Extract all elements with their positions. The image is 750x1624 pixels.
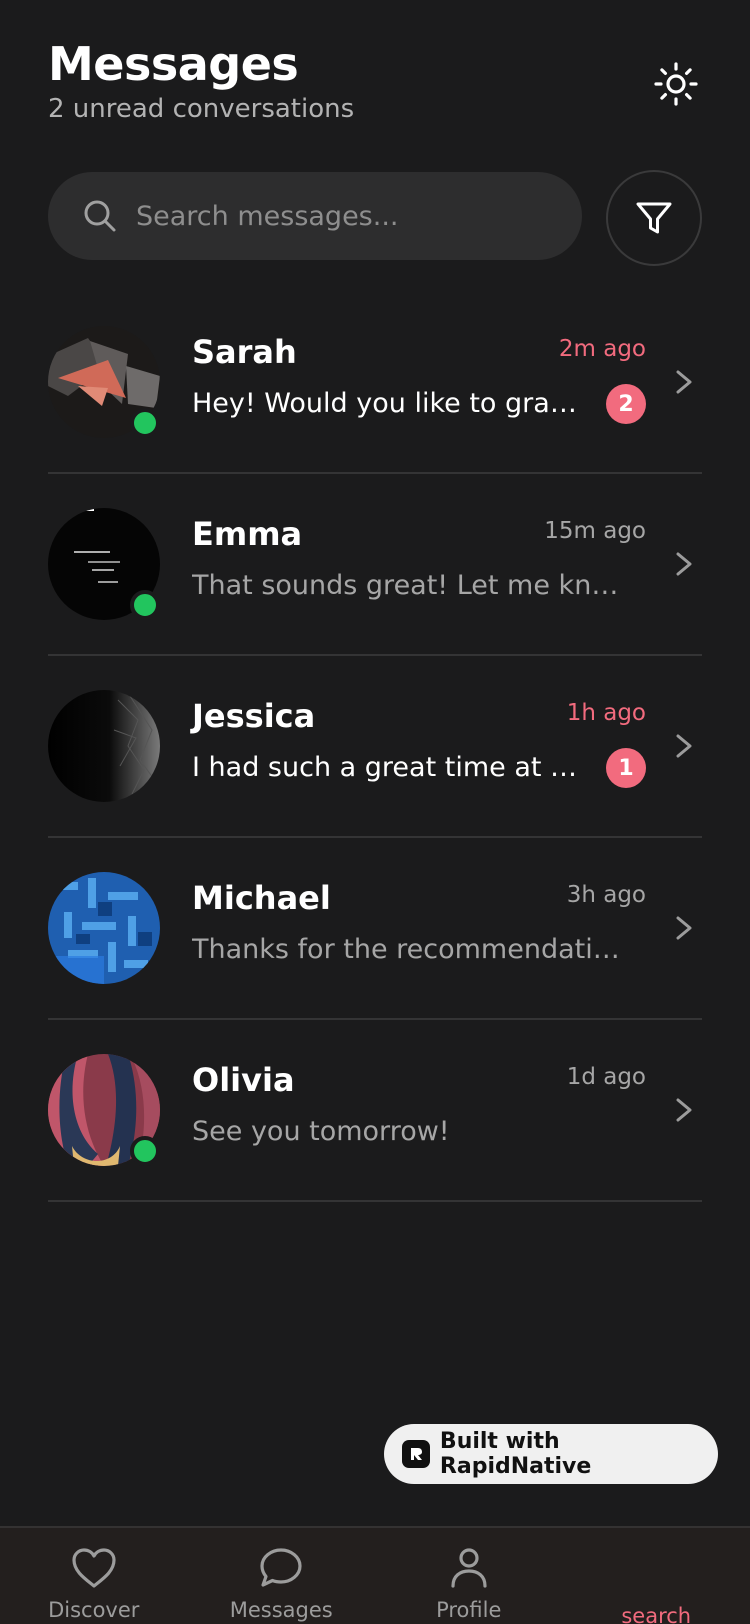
avatar [48,508,160,620]
chevron-right-icon [676,734,692,758]
tab-label: Profile [436,1598,502,1622]
conversation-body: Emma 15m ago That sounds great! Let me k… [192,514,646,624]
built-with-badge[interactable]: Built with RapidNative [384,1424,718,1484]
chat-bubble-icon [260,1548,302,1587]
conversation-row[interactable]: Emma 15m ago That sounds great! Let me k… [48,474,702,656]
page-title: Messages [48,37,299,91]
bottom-tab-bar: Discover Messages Profile search [0,1526,750,1624]
message-time: 2m ago [558,336,646,362]
message-time: 15m ago [544,518,646,544]
avatar [48,872,160,984]
message-preview: Hey! Would you like to grab coffee this … [192,388,582,419]
tab-label: search [621,1604,692,1624]
search-icon [84,200,116,232]
conversation-body: Michael 3h ago Thanks for the recommenda… [192,878,646,988]
user-icon [451,1548,487,1588]
conversation-row[interactable]: Sarah 2m ago Hey! Would you like to grab… [48,292,702,474]
unread-summary: 2 unread conversations [48,94,355,124]
unread-badge: 2 [606,384,646,424]
message-time: 3h ago [566,882,646,908]
tab-discover[interactable]: Discover [0,1528,188,1624]
conversation-row[interactable]: Jessica 1h ago I had such a great time a… [48,656,702,838]
chevron-right-icon [676,916,692,940]
filter-icon [636,202,672,234]
search-row [48,170,702,266]
search-box[interactable] [48,172,582,260]
conversation-body: Jessica 1h ago I had such a great time a… [192,696,646,806]
built-with-label: Built with RapidNative [439,1429,592,1479]
sun-icon [654,62,698,106]
conversation-row[interactable]: Olivia 1d ago See you tomorrow! [48,1020,702,1202]
message-time: 1h ago [566,700,646,726]
tab-label: Messages [229,1598,333,1622]
heart-icon [72,1548,116,1588]
avatar [48,690,160,802]
avatar [48,1054,160,1166]
chevron-right-icon [676,552,692,576]
tab-label: Discover [48,1598,140,1622]
rapidnative-logo-icon [402,1440,430,1468]
conversation-body: Olivia 1d ago See you tomorrow! [192,1060,646,1170]
message-preview: I had such a great time at the concert l… [192,752,582,783]
online-status-dot [130,1136,160,1166]
chevron-right-icon [676,370,692,394]
message-preview: Thanks for the recommendation on that bo… [192,934,622,965]
theme-toggle-button[interactable] [650,58,702,110]
unread-badge: 1 [606,748,646,788]
tab-search[interactable]: search [563,1528,750,1624]
search-input[interactable] [136,200,536,232]
conversation-list: Sarah 2m ago Hey! Would you like to grab… [48,292,702,1202]
filter-button[interactable] [606,170,702,266]
online-status-dot [130,590,160,620]
online-status-dot [130,408,160,438]
chevron-right-icon [676,1098,692,1122]
tab-messages[interactable]: Messages [188,1528,376,1624]
message-time: 1d ago [566,1064,646,1090]
conversation-row[interactable]: Michael 3h ago Thanks for the recommenda… [48,838,702,1020]
conversation-body: Sarah 2m ago Hey! Would you like to grab… [192,332,646,442]
header: Messages 2 unread conversations [48,36,702,136]
message-preview: That sounds great! Let me know when you'… [192,570,622,601]
message-preview: See you tomorrow! [192,1116,450,1147]
tab-profile[interactable]: Profile [375,1528,563,1624]
avatar [48,326,160,438]
